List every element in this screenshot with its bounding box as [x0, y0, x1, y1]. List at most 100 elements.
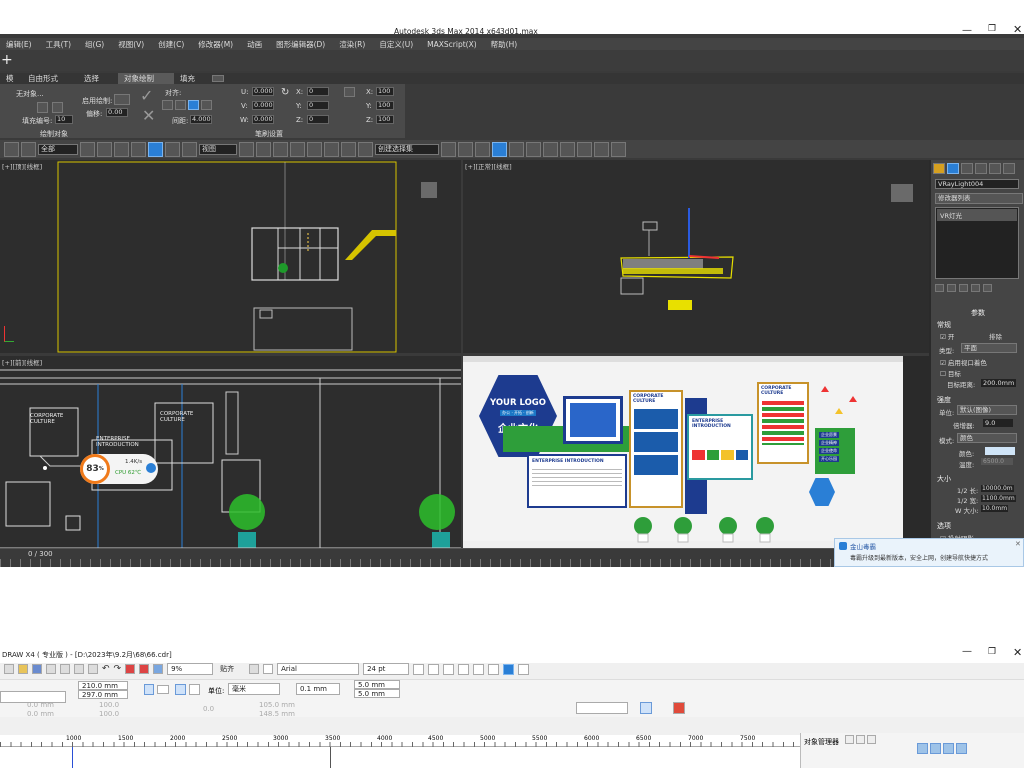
tab-populate[interactable]: 填充	[174, 73, 208, 84]
display-tab-icon[interactable]	[989, 163, 1001, 174]
half-length-field[interactable]: 10000.0m	[981, 485, 1014, 492]
cdr-scale-y-field[interactable]: 100.0	[96, 709, 122, 718]
cdr-om-options-icon[interactable]	[856, 735, 865, 744]
menu-help[interactable]: 帮助(H)	[485, 39, 524, 50]
type-dropdown[interactable]: 平面	[961, 343, 1017, 353]
rotate-icon[interactable]: ↻	[281, 87, 289, 98]
modify-tab-icon[interactable]	[947, 163, 959, 174]
tab-object-paint[interactable]: 对象绘制	[118, 73, 174, 84]
menu-group[interactable]: 组(G)	[79, 39, 110, 50]
time-slider[interactable]: 0 / 300	[0, 548, 929, 567]
paint-cross-icon[interactable]: ✕	[142, 106, 155, 125]
temperature-field[interactable]: 6500.0	[981, 458, 1013, 465]
window-crossing-icon[interactable]	[131, 141, 146, 157]
paint-check-icon[interactable]: ✓	[140, 86, 153, 105]
menu-graph-editors[interactable]: 图形编辑器(D)	[270, 39, 331, 50]
viewport-top[interactable]: [+][顶][线框]	[0, 160, 461, 353]
cdr-import-icon[interactable]	[125, 664, 136, 674]
percent-snap-icon[interactable]	[324, 141, 339, 157]
cdr-object-manager-title[interactable]: 对象管理器	[804, 737, 839, 747]
spacing-value[interactable]: 4.000	[190, 115, 212, 124]
cdr-nudge-field[interactable]: 0.1 mm	[296, 683, 340, 695]
mode-dropdown[interactable]: 颜色	[957, 433, 1017, 443]
cdr-all-pages-icon[interactable]	[175, 684, 186, 695]
menu-rendering[interactable]: 渲染(R)	[333, 39, 371, 50]
angle-snap-icon[interactable]	[307, 141, 322, 157]
cdr-docker-icon-3[interactable]	[943, 743, 954, 754]
fill-number-value[interactable]: 10	[55, 115, 73, 124]
spinner-snap-icon[interactable]	[341, 141, 356, 157]
cdr-landscape-icon[interactable]	[157, 685, 169, 694]
tab-selection[interactable]: 选择	[78, 73, 118, 84]
cdr-options-icon[interactable]	[249, 664, 260, 674]
on-checkbox[interactable]: ☑ 开	[940, 331, 954, 341]
cdr-italic-icon[interactable]	[428, 663, 440, 675]
fill-number-field[interactable]: 10	[55, 115, 73, 124]
group-brush-settings[interactable]: 笔刷设置	[255, 129, 283, 139]
u-value[interactable]: 0.000	[252, 87, 274, 96]
tab-freeform[interactable]: 自由形式	[22, 73, 78, 84]
half-width-field[interactable]: 1100.0mm	[981, 495, 1016, 502]
select-by-name-icon[interactable]	[97, 141, 112, 157]
mirror-icon[interactable]	[441, 141, 456, 157]
render-frame-icon[interactable]	[594, 141, 609, 157]
x-rot-field[interactable]: 0	[307, 87, 329, 96]
cdr-om-view-icon[interactable]	[867, 735, 876, 744]
tab-modeling[interactable]: 模	[0, 73, 22, 84]
scale-y-value[interactable]: 100	[376, 101, 394, 110]
render-icon[interactable]	[611, 141, 626, 157]
cdr-scale-x-field[interactable]: 100.0	[96, 700, 122, 709]
scale-x-field[interactable]: 100	[376, 87, 394, 96]
cdr-zoom-dropdown[interactable]: 9%	[167, 663, 214, 675]
menu-maxscript[interactable]: MAXScript(X)	[421, 40, 482, 49]
cdr-outline-dropdown[interactable]	[576, 702, 628, 714]
cdr-copy-icon[interactable]	[74, 664, 84, 674]
align-icon[interactable]	[458, 141, 473, 157]
cdr-print-icon[interactable]	[46, 664, 56, 674]
minimize-icon[interactable]: —	[962, 25, 972, 36]
cdr-minimize-icon[interactable]: —	[962, 646, 972, 657]
scale-z-field[interactable]: 100	[376, 115, 394, 124]
w-value[interactable]: 0.000	[252, 115, 274, 124]
cdr-dup-x-field[interactable]: 5.0 mm	[354, 680, 400, 689]
motion-tab-icon[interactable]	[975, 163, 987, 174]
cdr-cut-icon[interactable]	[60, 664, 70, 674]
align-flip-button[interactable]	[201, 100, 212, 110]
scale-tool-icon[interactable]	[182, 141, 197, 157]
modifier-stack[interactable]: VR灯光	[935, 207, 1019, 279]
y-rot-value[interactable]: 0	[307, 101, 329, 110]
cdr-current-page-icon[interactable]	[189, 684, 200, 695]
exclude-button[interactable]: 排除	[989, 331, 1002, 341]
viewport-shading-checkbox[interactable]: ☑ 启用视口着色	[940, 357, 987, 367]
u-field[interactable]: 0.000	[252, 87, 274, 96]
show-end-result-icon[interactable]	[947, 284, 956, 292]
cdr-font-dropdown[interactable]: Arial	[277, 663, 360, 675]
cdr-height-field[interactable]: 297.0 mm	[78, 690, 128, 699]
keyboard-shortcut-icon[interactable]	[273, 141, 288, 157]
cdr-angle-field[interactable]: 0.0	[200, 704, 226, 713]
paint-list-icon[interactable]	[52, 102, 63, 113]
cdr-unit-dropdown[interactable]: 毫米	[228, 683, 280, 695]
menu-customize[interactable]: 自定义(U)	[373, 39, 419, 50]
cdr-close-icon[interactable]: ✕	[1013, 646, 1022, 659]
perf-widget[interactable]: 83% 1.4K/s CPU 62℃	[80, 454, 158, 484]
scale-icon[interactable]	[344, 87, 355, 97]
v-value[interactable]: 0.000	[252, 101, 274, 110]
cdr-new-icon[interactable]	[4, 664, 14, 674]
scale-y-field[interactable]: 100	[376, 101, 394, 110]
z-rot-field[interactable]: 0	[307, 115, 329, 124]
cdr-bold-icon[interactable]	[413, 663, 425, 675]
v-field[interactable]: 0.000	[252, 101, 274, 110]
cdr-underline-icon[interactable]	[443, 663, 455, 675]
cdr-docker-icon-2[interactable]	[930, 743, 941, 754]
target-distance-field[interactable]: 200.0mm	[981, 379, 1017, 387]
cdr-docker-icon-1[interactable]	[917, 743, 928, 754]
paint-pick-icon[interactable]	[37, 102, 48, 113]
menu-modifiers[interactable]: 修改器(M)	[192, 39, 239, 50]
cdr-maximize-icon[interactable]: ❐	[988, 647, 996, 657]
create-tab-icon[interactable]	[933, 163, 945, 174]
curve-editor-icon[interactable]	[526, 141, 541, 157]
perf-boost-icon[interactable]	[146, 463, 156, 473]
enable-paint-icon[interactable]	[114, 94, 130, 105]
utilities-tab-icon[interactable]	[1003, 163, 1015, 174]
